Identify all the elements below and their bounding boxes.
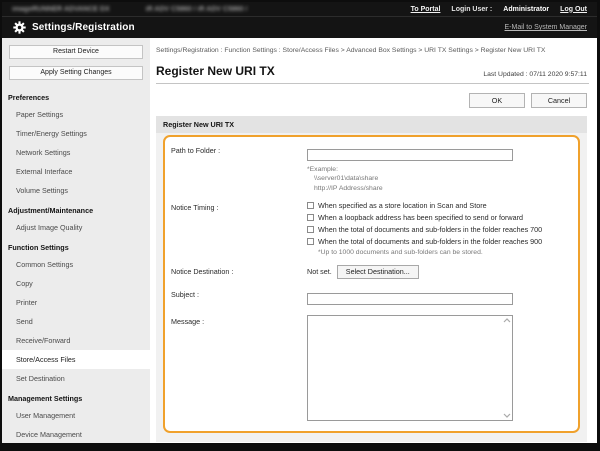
notice-destination-label: Notice Destination : bbox=[171, 265, 307, 279]
last-updated: Last Updated : 07/11 2020 9:57:11 bbox=[483, 71, 587, 78]
cancel-button[interactable]: Cancel bbox=[531, 93, 587, 108]
sidebar-item-adjust-image-quality[interactable]: Adjust Image Quality bbox=[2, 218, 150, 237]
top-bar-row2: Settings/Registration E-Mail to System M… bbox=[2, 16, 597, 38]
top-bar-row1: imageRUNNER ADVANCE DX iR ADV C5860 / iR… bbox=[2, 2, 597, 16]
login-user-label: Login User : bbox=[451, 6, 492, 13]
sidebar-item-send[interactable]: Send bbox=[2, 312, 150, 331]
notice-timing-option-2: When a loopback address has been specifi… bbox=[307, 213, 568, 222]
sidebar-item-network-settings[interactable]: Network Settings bbox=[2, 143, 150, 162]
sidebar-item-set-destination[interactable]: Set Destination bbox=[2, 369, 150, 388]
notice-destination-status: Not set. bbox=[307, 267, 332, 276]
page: imageRUNNER ADVANCE DX iR ADV C5860 / iR… bbox=[0, 0, 600, 451]
sidebar-sections: PreferencesPaper SettingsTimer/Energy Se… bbox=[2, 87, 150, 443]
sidebar-item-user-management[interactable]: User Management bbox=[2, 406, 150, 425]
checkbox-icon[interactable] bbox=[307, 226, 314, 233]
message-label: Message : bbox=[171, 315, 307, 421]
device-name-redacted: iR ADV C5860 / iR ADV C5860 / bbox=[146, 6, 248, 13]
checkbox-icon[interactable] bbox=[307, 214, 314, 221]
gear-icon bbox=[12, 21, 26, 35]
apply-setting-changes-button[interactable]: Apply Setting Changes bbox=[9, 66, 143, 80]
notice-timing-options: When specified as a store location in Sc… bbox=[307, 201, 568, 246]
subject-input[interactable] bbox=[307, 293, 513, 305]
sidebar-item-paper-settings[interactable]: Paper Settings bbox=[2, 105, 150, 124]
ok-button[interactable]: OK bbox=[469, 93, 525, 108]
sidebar-item-store-access-files[interactable]: Store/Access Files bbox=[2, 350, 150, 369]
subject-row: Subject : bbox=[171, 288, 568, 306]
checkbox-label: When the total of documents and sub-fold… bbox=[318, 237, 542, 246]
notice-timing-label: Notice Timing : bbox=[171, 201, 307, 256]
sidebar-section-function-settings: Function Settings bbox=[2, 237, 150, 255]
message-row: Message : bbox=[171, 315, 568, 421]
notice-timing-row: Notice Timing : When specified as a stor… bbox=[171, 201, 568, 256]
path-to-folder-row: Path to Folder : *Example: \\server01\da… bbox=[171, 144, 568, 192]
example-line-unc: \\server01\data\share bbox=[307, 175, 568, 182]
sidebar: Restart Device Apply Setting Changes Pre… bbox=[2, 38, 150, 443]
select-destination-button[interactable]: Select Destination... bbox=[337, 265, 419, 279]
checkbox-label: When specified as a store location in Sc… bbox=[318, 201, 487, 210]
sidebar-item-timer-energy-settings[interactable]: Timer/Energy Settings bbox=[2, 124, 150, 143]
to-portal-link[interactable]: To Portal bbox=[411, 6, 441, 13]
log-out-link[interactable]: Log Out bbox=[560, 6, 587, 13]
sidebar-item-volume-settings[interactable]: Volume Settings bbox=[2, 181, 150, 200]
notice-timing-option-3: When the total of documents and sub-fold… bbox=[307, 225, 568, 234]
device-model-redacted: imageRUNNER ADVANCE DX bbox=[12, 6, 110, 13]
sidebar-item-printer[interactable]: Printer bbox=[2, 293, 150, 312]
top-bar: imageRUNNER ADVANCE DX iR ADV C5860 / iR… bbox=[2, 2, 597, 38]
login-user-name[interactable]: Administrator bbox=[503, 6, 549, 13]
path-to-folder-input[interactable] bbox=[307, 149, 513, 161]
backtop-row bbox=[156, 442, 589, 451]
path-to-folder-label: Path to Folder : bbox=[171, 144, 307, 192]
app-title: Settings/Registration bbox=[32, 22, 135, 33]
sidebar-section-management-settings: Management Settings bbox=[2, 388, 150, 406]
checkbox-label: When a loopback address has been specifi… bbox=[318, 213, 523, 222]
register-panel: Register New URI TX Path to Folder : *Ex… bbox=[156, 116, 587, 442]
checkbox-label: When the total of documents and sub-fold… bbox=[318, 225, 542, 234]
register-form: Path to Folder : *Example: \\server01\da… bbox=[163, 135, 580, 433]
panel-section-title: Register New URI TX bbox=[156, 116, 587, 133]
main-content: Settings/Registration : Function Setting… bbox=[150, 38, 597, 443]
subject-label: Subject : bbox=[171, 288, 307, 306]
notice-timing-option-1: When specified as a store location in Sc… bbox=[307, 201, 568, 210]
checkbox-icon[interactable] bbox=[307, 202, 314, 209]
breadcrumb: Settings/Registration : Function Setting… bbox=[156, 46, 584, 56]
sidebar-section-adjustment-maintenance: Adjustment/Maintenance bbox=[2, 200, 150, 218]
body: Restart Device Apply Setting Changes Pre… bbox=[2, 38, 597, 443]
sidebar-item-receive-forward[interactable]: Receive/Forward bbox=[2, 331, 150, 350]
page-title: Register New URI TX bbox=[156, 64, 275, 78]
sidebar-section-preferences: Preferences bbox=[2, 87, 150, 105]
example-line-http: http://IP Address/share bbox=[307, 185, 568, 192]
notice-timing-note: *Up to 1000 documents and sub-folders ca… bbox=[307, 249, 568, 256]
sidebar-item-external-interface[interactable]: External Interface bbox=[2, 162, 150, 181]
example-title: *Example: bbox=[307, 166, 568, 173]
notice-timing-option-4: When the total of documents and sub-fold… bbox=[307, 237, 568, 246]
email-to-system-manager-link[interactable]: E-Mail to System Manager bbox=[505, 24, 587, 31]
sidebar-item-device-management[interactable]: Device Management bbox=[2, 425, 150, 443]
checkbox-icon[interactable] bbox=[307, 238, 314, 245]
path-example: *Example: \\server01\data\share http://I… bbox=[307, 166, 568, 192]
message-textarea[interactable] bbox=[307, 315, 513, 421]
restart-device-button[interactable]: Restart Device bbox=[9, 45, 143, 59]
sidebar-item-copy[interactable]: Copy bbox=[2, 274, 150, 293]
sidebar-item-common-settings[interactable]: Common Settings bbox=[2, 255, 150, 274]
notice-destination-row: Notice Destination : Not set. Select Des… bbox=[171, 265, 568, 279]
actions-row: OK Cancel bbox=[156, 84, 589, 116]
title-row: Register New URI TX Last Updated : 07/11… bbox=[156, 58, 589, 84]
